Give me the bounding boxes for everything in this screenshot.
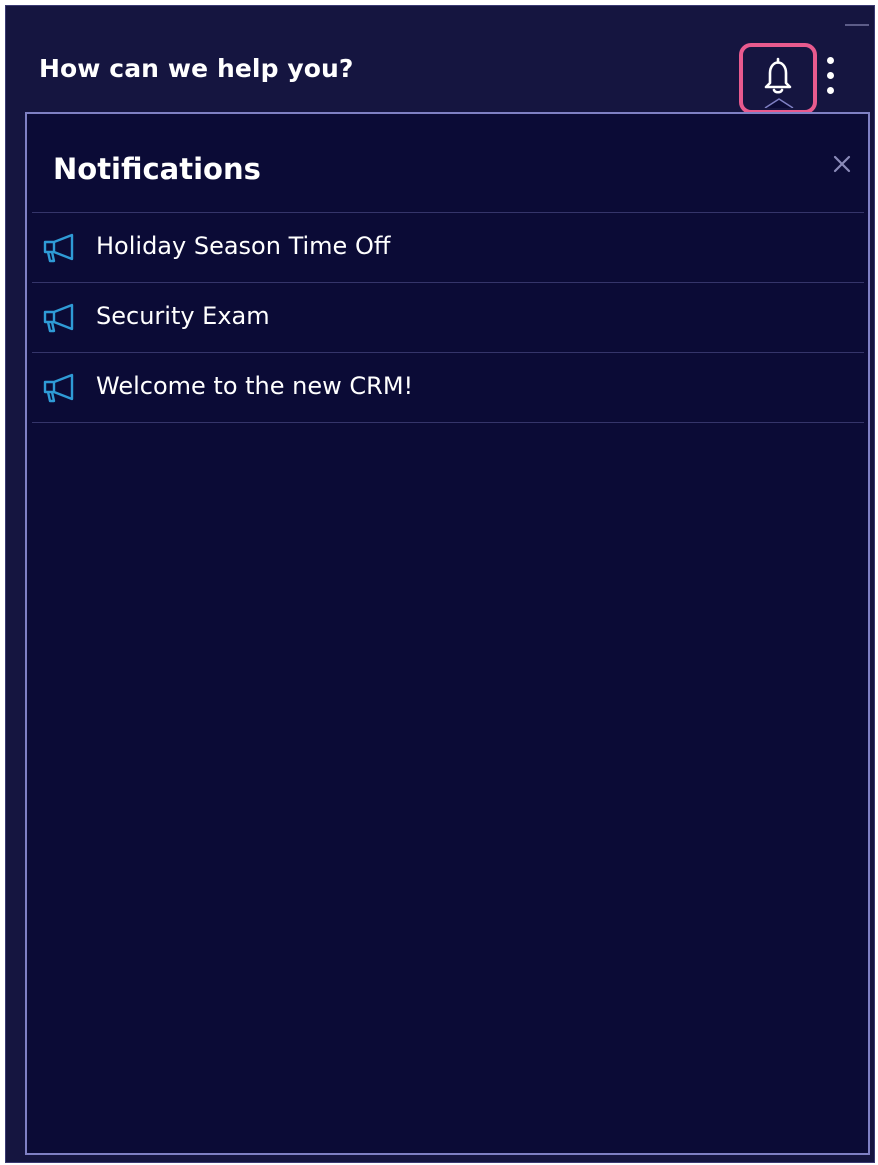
notifications-list: Holiday Season Time Off Security Exam We…	[32, 212, 864, 423]
notification-item[interactable]: Security Exam	[32, 283, 864, 353]
help-window: How can we help you? Notifications Holid…	[5, 5, 875, 1163]
notifications-panel: Notifications Holiday Season Time Off Se…	[25, 112, 870, 1155]
close-button[interactable]	[830, 152, 854, 176]
notification-item[interactable]: Welcome to the new CRM!	[32, 353, 864, 423]
notification-label: Holiday Season Time Off	[96, 232, 391, 260]
notification-label: Welcome to the new CRM!	[96, 372, 414, 400]
close-icon	[833, 155, 851, 173]
minimize-icon[interactable]	[845, 24, 869, 26]
bell-icon	[764, 57, 792, 94]
more-vertical-icon	[827, 57, 834, 64]
megaphone-icon	[43, 233, 74, 263]
megaphone-icon	[43, 303, 74, 333]
notification-item[interactable]: Holiday Season Time Off	[32, 213, 864, 283]
more-vertical-icon-dot	[827, 72, 834, 79]
more-vertical-icon-dot	[827, 87, 834, 94]
megaphone-icon	[43, 373, 74, 403]
notifications-title: Notifications	[53, 152, 261, 186]
more-options-button[interactable]	[821, 56, 841, 96]
notification-label: Security Exam	[96, 302, 270, 330]
header-title: How can we help you?	[39, 54, 354, 83]
popover-pointer	[764, 98, 794, 108]
